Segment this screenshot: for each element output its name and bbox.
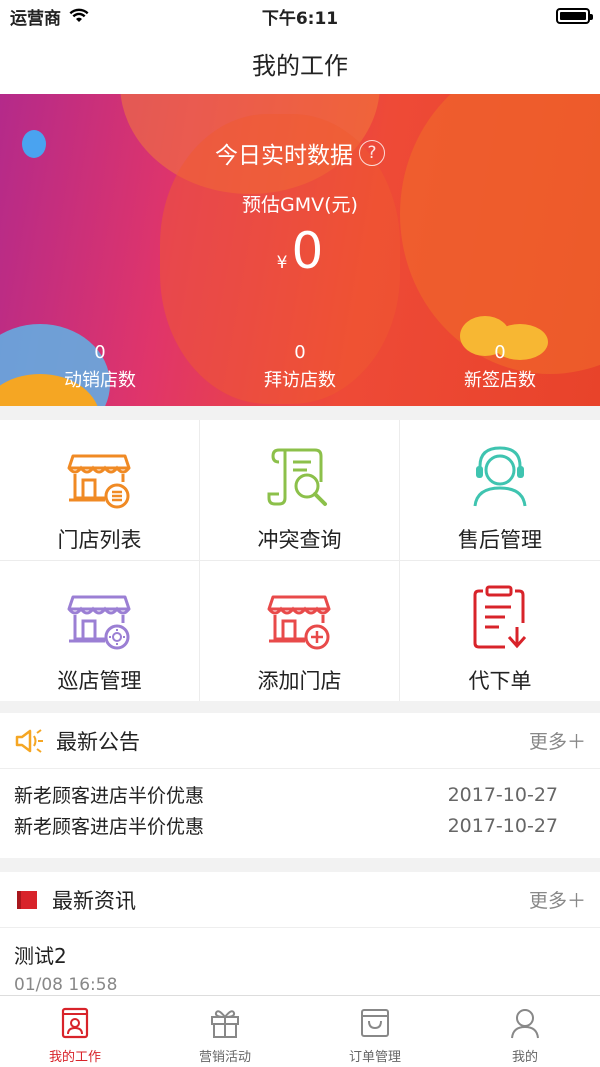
news-title: 最新资讯	[52, 888, 136, 913]
stat-visited-stores[interactable]: 0 拜访店数	[200, 339, 400, 395]
notice-text: 新老顾客进店半价优惠	[14, 785, 205, 807]
notice-date: 2017-10-27	[447, 783, 558, 806]
stat-label: 拜访店数	[264, 370, 336, 391]
notice-list: 新老顾客进店半价优惠 2017-10-27 新老顾客进店半价优惠 2017-10…	[0, 769, 600, 841]
status-time: 下午6:11	[261, 8, 339, 29]
gmv-label: 预估GMV(元)	[242, 194, 358, 216]
stat-active-stores[interactable]: 0 动销店数	[0, 339, 200, 395]
page-title: 我的工作	[252, 51, 348, 80]
grid-label: 门店列表	[57, 528, 142, 552]
gmv-number: 0	[291, 222, 324, 280]
tab-my-work[interactable]: 我的工作	[0, 996, 150, 1067]
customer-service-icon	[473, 446, 527, 507]
gmv-value: ¥ 0	[0, 222, 600, 280]
tab-marketing[interactable]: 营销活动	[150, 996, 300, 1067]
grid-item-place-order[interactable]: 代下单	[400, 561, 600, 702]
grid-label: 代下单	[468, 668, 532, 693]
stats-row: 0 动销店数 0 拜访店数 0 新签店数	[0, 339, 600, 395]
grid-item-add-store[interactable]: 添加门店	[200, 560, 400, 701]
notice-date: 2017-10-27	[447, 814, 558, 837]
stat-label: 新签店数	[464, 370, 536, 391]
wifi-icon	[69, 8, 89, 22]
news-item-title: 测试2	[14, 944, 67, 968]
stat-value: 0	[294, 342, 306, 363]
grid-item-after-sales[interactable]: 售后管理	[400, 420, 600, 561]
megaphone-icon	[15, 728, 43, 753]
tab-label: 订单管理	[348, 1050, 401, 1065]
tab-label: 营销活动	[198, 1050, 251, 1065]
help-icon[interactable]: ?	[359, 140, 385, 166]
store-patrol-icon	[67, 595, 130, 649]
book-icon	[17, 890, 37, 909]
grid-item-conflict-search[interactable]: 冲突查询	[200, 420, 400, 561]
grid-label: 添加门店	[257, 668, 342, 693]
battery-icon	[556, 8, 593, 24]
carrier-label: 运营商	[10, 8, 61, 29]
status-left: 运营商	[10, 4, 89, 29]
news-section: 最新资讯 更多＋ 测试2 01/08 16:58	[0, 872, 600, 995]
function-grid: 门店列表 冲突查询 售后管理 巡店管理 添加门店 代下单	[0, 420, 600, 701]
user-icon	[511, 1009, 539, 1039]
tab-bar: 我的工作 营销活动 订单管理 我的	[0, 995, 600, 1067]
tab-label: 我的	[511, 1050, 538, 1065]
add-store-icon	[267, 595, 330, 649]
stat-new-stores[interactable]: 0 新签店数	[400, 339, 600, 395]
news-more-link[interactable]: 更多＋	[529, 886, 586, 913]
notices-header: 最新公告 更多＋	[0, 713, 600, 769]
work-icon	[61, 1007, 89, 1039]
hero-content: 今日实时数据 ? 预估GMV(元) ¥ 0 0 动销店数 0 拜访店数 0 新签…	[0, 94, 600, 406]
grid-label: 售后管理	[458, 528, 542, 552]
list-item[interactable]: 新老顾客进店半价优惠 2017-10-27	[14, 779, 586, 810]
grid-item-store-list[interactable]: 门店列表	[0, 420, 200, 561]
news-header: 最新资讯 更多＋	[0, 872, 600, 928]
grid-label: 巡店管理	[57, 668, 142, 693]
realtime-data-title: 今日实时数据 ?	[0, 136, 600, 170]
tab-label: 我的工作	[48, 1050, 101, 1065]
stat-value: 0	[94, 342, 106, 363]
news-item-time: 01/08 16:58	[14, 975, 118, 995]
grid-item-store-patrol[interactable]: 巡店管理	[0, 560, 200, 701]
hero-banner: 今日实时数据 ? 预估GMV(元) ¥ 0 0 动销店数 0 拜访店数 0 新签…	[0, 94, 600, 406]
realtime-data-label: 今日实时数据	[215, 143, 353, 169]
tab-orders[interactable]: 订单管理	[300, 996, 450, 1067]
nav-bar: 我的工作	[0, 32, 600, 94]
tab-profile[interactable]: 我的	[450, 996, 600, 1067]
stat-label: 动销店数	[64, 370, 136, 391]
list-item[interactable]: 新老顾客进店半价优惠 2017-10-27	[14, 810, 586, 841]
notice-text: 新老顾客进店半价优惠	[14, 816, 205, 838]
store-list-icon	[67, 454, 130, 509]
gmv-currency: ¥	[276, 253, 288, 273]
stat-value: 0	[494, 342, 506, 363]
place-order-icon	[473, 585, 527, 648]
status-bar: 运营商 下午6:11	[0, 0, 600, 32]
notices-title: 最新公告	[56, 729, 140, 754]
notices-section: 最新公告 更多＋ 新老顾客进店半价优惠 2017-10-27 新老顾客进店半价优…	[0, 713, 600, 858]
bag-icon	[361, 1009, 389, 1037]
grid-label: 冲突查询	[257, 528, 342, 552]
gift-icon	[211, 1010, 239, 1038]
list-item[interactable]: 测试2 01/08 16:58	[0, 928, 600, 995]
notices-more-link[interactable]: 更多＋	[529, 727, 586, 754]
conflict-search-icon	[267, 448, 327, 506]
